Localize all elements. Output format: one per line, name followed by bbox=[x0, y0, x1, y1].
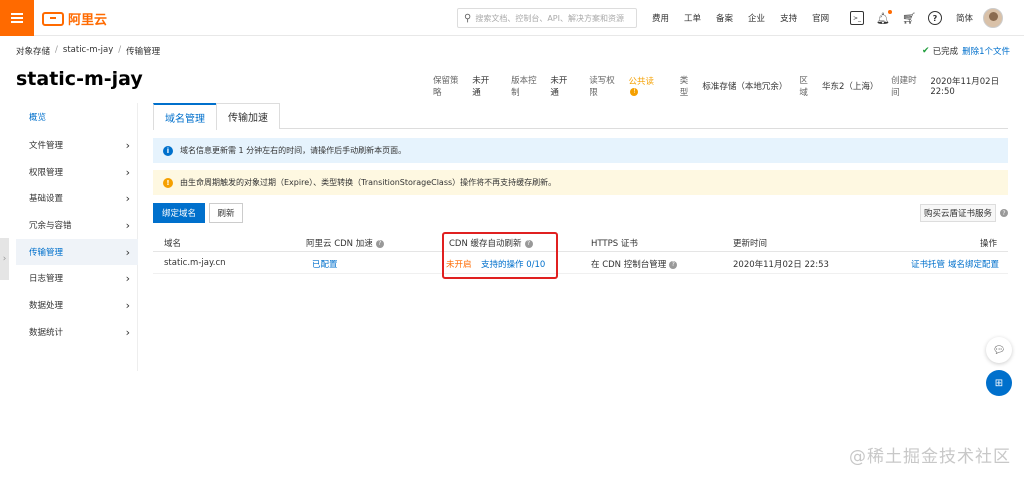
meta-value-acl: 公共读 ! bbox=[628, 77, 654, 96]
chevron-right-icon: › bbox=[125, 299, 130, 312]
sidebar-item-logs[interactable]: 日志管理 › bbox=[16, 265, 138, 291]
chevron-right-icon: › bbox=[125, 166, 130, 179]
cell-updated: 2020年11月02日 22:53 bbox=[733, 260, 829, 270]
search-input[interactable]: ⚲ 搜索文档、控制台、API、解决方案和资源 bbox=[457, 8, 637, 28]
help-icon[interactable]: ? bbox=[928, 11, 942, 25]
chevron-right-icon: › bbox=[2, 254, 7, 264]
menu-button[interactable] bbox=[0, 0, 34, 36]
bell-icon[interactable]: 🔔︎ bbox=[876, 10, 892, 25]
chevron-right-icon: › bbox=[125, 192, 130, 205]
task-detail-link[interactable]: 删除1个文件 bbox=[962, 45, 1010, 57]
tab-transfer-acceleration[interactable]: 传输加速 bbox=[216, 103, 280, 129]
language-switch[interactable]: 简体 bbox=[956, 12, 973, 24]
chevron-right-icon: › bbox=[125, 246, 130, 259]
sidebar-item-redundancy[interactable]: 冗余与容错 › bbox=[16, 212, 138, 238]
sidebar-item-statistics[interactable]: 数据统计 › bbox=[16, 319, 138, 345]
notification-dot bbox=[888, 10, 892, 14]
meta-key: 保留策略 bbox=[433, 76, 459, 98]
watermark: @稀土掘金技术社区 bbox=[849, 447, 1011, 467]
cell-domain: static.m-jay.cn bbox=[164, 258, 226, 268]
tab-bar: 域名管理 传输加速 bbox=[153, 103, 1008, 130]
top-icons: >_ 🔔︎ 🛒︎ ? 简体 bbox=[850, 0, 1004, 36]
aliyun-logo[interactable]: 阿里云 bbox=[42, 9, 107, 28]
tab-domain-management[interactable]: 域名管理 bbox=[153, 103, 217, 130]
breadcrumb-separator: / bbox=[55, 45, 58, 55]
sidebar-collapse-handle[interactable]: › bbox=[0, 238, 9, 280]
nav-enterprise[interactable]: 企业 bbox=[748, 12, 765, 24]
th-cdn: 阿里云 CDN 加速? bbox=[306, 237, 384, 249]
th-https: HTTPS 证书 bbox=[591, 239, 638, 249]
meta-key: 类型 bbox=[679, 76, 689, 98]
breadcrumb-oss[interactable]: 对象存储 bbox=[16, 45, 50, 57]
nav-official-site[interactable]: 官网 bbox=[812, 12, 829, 24]
sidebar-item-permissions[interactable]: 权限管理 › bbox=[16, 159, 138, 185]
logo-icon bbox=[42, 11, 64, 26]
help-circle-icon[interactable]: ? bbox=[375, 239, 384, 248]
sidebar-item-data-processing[interactable]: 数据处理 › bbox=[16, 292, 138, 318]
search-icon: ⚲ bbox=[464, 12, 472, 24]
chevron-right-icon: › bbox=[125, 272, 130, 285]
meta-value: 标准存储（本地冗余） bbox=[702, 82, 788, 92]
nav-support[interactable]: 支持 bbox=[780, 12, 797, 24]
breadcrumb-current: 传输管理 bbox=[126, 47, 161, 57]
meta-value: 华东2（上海） bbox=[822, 82, 879, 92]
breadcrumb-bucket[interactable]: static-m-jay bbox=[63, 45, 113, 57]
meta-value: 未开通 bbox=[472, 76, 490, 98]
meta-key: 创建时间 bbox=[891, 76, 917, 98]
meta-key: 版本控制 bbox=[511, 76, 537, 98]
nav-fees[interactable]: 费用 bbox=[652, 12, 669, 24]
page-title: static-m-jay bbox=[16, 68, 143, 90]
sidebar-item-basic-settings[interactable]: 基础设置 › bbox=[16, 185, 138, 211]
meta-key: 读写权限 bbox=[589, 76, 615, 98]
hamburger-icon bbox=[11, 13, 23, 23]
th-updated: 更新时间 bbox=[733, 239, 768, 249]
warning-icon[interactable]: ! bbox=[630, 87, 639, 96]
top-bar: 阿里云 ⚲ 搜索文档、控制台、API、解决方案和资源 费用 工单 备案 企业 支… bbox=[0, 0, 1024, 36]
sidebar-item-transfer[interactable]: 传输管理 › bbox=[16, 239, 138, 265]
bind-domain-button[interactable]: 绑定域名 bbox=[153, 203, 205, 223]
avatar[interactable] bbox=[983, 8, 1004, 28]
chevron-right-icon: › bbox=[125, 139, 130, 152]
chat-icon: 💬︎ bbox=[992, 344, 1006, 356]
apps-button[interactable]: ⊞ bbox=[986, 370, 1012, 396]
warning-notice: ! 由生命周期触发的对象过期（Expire）、类型转换（TransitionSt… bbox=[153, 170, 1008, 195]
breadcrumb-separator: / bbox=[118, 45, 122, 55]
cell-cdn-link[interactable]: 已配置 bbox=[312, 258, 338, 270]
task-done-label: 已完成 bbox=[932, 47, 959, 57]
highlight-annotation-box bbox=[442, 232, 558, 279]
check-circle-icon: ✔ bbox=[922, 46, 930, 56]
sidebar-item-overview[interactable]: 概览 bbox=[16, 104, 138, 130]
domain-binding-config-link[interactable]: 域名绑定配置 bbox=[948, 258, 999, 270]
meta-value: 2020年11月02日 22:50 bbox=[930, 77, 1000, 97]
help-circle-icon[interactable]: ? bbox=[669, 260, 678, 269]
terminal-icon[interactable]: >_ bbox=[850, 11, 864, 25]
chevron-right-icon: › bbox=[125, 219, 130, 232]
cart-icon[interactable]: 🛒︎ bbox=[902, 11, 916, 25]
nav-tickets[interactable]: 工单 bbox=[684, 12, 701, 24]
nav-filing[interactable]: 备案 bbox=[716, 12, 733, 24]
cell-https: 在 CDN 控制台管理? bbox=[591, 258, 678, 270]
buy-certificate-button[interactable]: 购买云盾证书服务 bbox=[920, 204, 996, 222]
table-header: 域名 阿里云 CDN 加速? CDN 缓存自动刷新? HTTPS 证书 更新时间… bbox=[153, 231, 1008, 252]
help-circle-icon[interactable]: ? bbox=[1000, 209, 1008, 217]
th-domain: 域名 bbox=[164, 239, 182, 249]
warning-icon: ! bbox=[163, 177, 173, 188]
sidebar-item-files[interactable]: 文件管理 › bbox=[16, 132, 138, 158]
meta-value: 未开通 bbox=[550, 76, 568, 98]
task-status: ✔ 已完成 删除1个文件 bbox=[922, 45, 1010, 57]
cert-hosting-link[interactable]: 证书托管 bbox=[911, 258, 945, 270]
chat-button[interactable]: 💬︎ bbox=[986, 337, 1012, 363]
th-actions: 操作 bbox=[979, 239, 997, 249]
meta-key: 区域 bbox=[799, 76, 808, 98]
info-notice: i 域名信息更新需 1 分钟左右的时间，请操作后手动刷新本页面。 bbox=[153, 138, 1008, 163]
apps-icon: ⊞ bbox=[994, 377, 1004, 389]
sidebar: 概览 文件管理 › 权限管理 › 基础设置 › 冗余与容错 › 传输管理 › 日志管理 › … bbox=[16, 103, 138, 371]
bucket-meta: 保留策略 未开通 版本控制 未开通 读写权限 公共读 ! 类型 标准存储（本地冗余） 区… bbox=[433, 74, 1024, 98]
refresh-button[interactable]: 刷新 bbox=[209, 203, 243, 223]
breadcrumb: 对象存储 / static-m-jay / 传输管理 bbox=[16, 45, 160, 57]
info-icon: i bbox=[163, 145, 173, 156]
table-row: static.m-jay.cn 已配置 未开启 支持的操作 0/10 在 CDN… bbox=[153, 252, 1008, 274]
top-nav: 费用 工单 备案 企业 支持 官网 bbox=[652, 0, 844, 36]
chevron-right-icon: › bbox=[125, 326, 130, 339]
